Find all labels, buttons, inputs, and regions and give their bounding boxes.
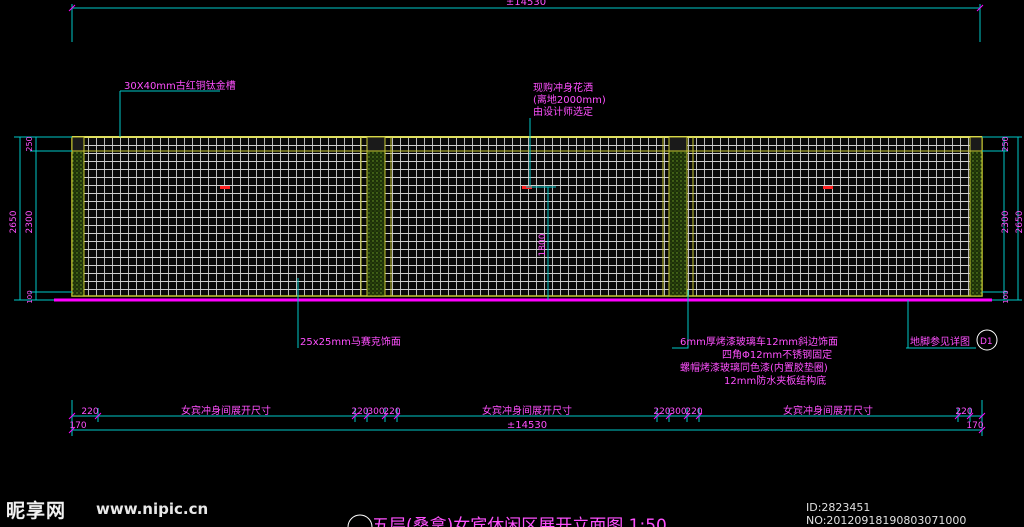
dim-220-f: 220 <box>955 407 972 417</box>
left-dimensions <box>14 136 72 301</box>
callout-glass-line4: 12mm防水夹板结构底 <box>724 374 826 387</box>
right-dim-bottom: 100 <box>1002 290 1010 303</box>
dim-300-a: 300 <box>367 407 384 417</box>
callout-shower-line3: 由设计师选定 <box>533 105 593 118</box>
column-right <box>969 136 983 297</box>
callout-glass-line1: 6mm厚烤漆玻璃车12mm斜边饰面 <box>680 335 838 348</box>
watermark-logo: 昵享网 <box>6 500 67 522</box>
elevation-drawing: ±14530 2650 250 2300 100 250 2300 2650 1… <box>9 0 1024 527</box>
dim-300-b: 300 <box>669 407 686 417</box>
callout-shower-line1: 现购冲身花洒 <box>533 81 593 94</box>
shower-head-marker-1 <box>220 186 230 189</box>
watermark-id: ID:2823451 NO:20120918190803071000 <box>806 501 967 527</box>
dim-220-d: 220 <box>653 407 670 417</box>
title-circle <box>347 514 373 527</box>
callout-floor: 地脚参见详图 <box>910 335 970 348</box>
center-dim-text: 1800 <box>538 233 548 256</box>
watermark-url: www.nipic.cn <box>96 500 209 518</box>
callout-shower-line2: (离地2000mm) <box>533 93 606 106</box>
dim-220-c: 220 <box>383 407 400 417</box>
column-left <box>71 136 85 297</box>
callout-glass-line3: 螺帽烤漆玻璃同色漆(内置胶垫圈) <box>680 361 828 374</box>
callout-channel: 30X40mm古红铜钛金槽 <box>124 79 236 92</box>
left-dim-overall: 2650 <box>9 210 19 233</box>
left-dim-bottom: 100 <box>26 290 34 303</box>
callout-mosaic: 25x25mm马赛克饰面 <box>300 335 401 348</box>
dim-span-2: 女宾冲身间展开尺寸 <box>482 404 572 417</box>
left-dim-middle: 2300 <box>25 210 35 233</box>
top-overall-dim-text: ±14530 <box>506 0 546 8</box>
dim-220-a: 220 <box>81 407 98 417</box>
dim-total-bottom: ±14530 <box>507 420 547 431</box>
left-dim-top: 250 <box>25 136 34 151</box>
dim-220-b: 220 <box>351 407 368 417</box>
dim-170-right: 170 <box>966 421 983 431</box>
right-dim-middle: 2300 <box>1001 210 1011 233</box>
dim-220-e: 220 <box>685 407 702 417</box>
callout-glass-line2: 四角Φ12mm不锈钢固定 <box>722 348 832 361</box>
right-dim-overall: 2650 <box>1015 210 1024 233</box>
shower-head-marker-3 <box>823 186 833 189</box>
drawing-title: 五层(桑拿)女宾休闲区展开立面图 1:50 <box>372 515 667 527</box>
dim-170-left: 170 <box>69 421 86 431</box>
top-overall-dimension <box>68 4 984 42</box>
detail-ref-label: D1 <box>980 337 993 347</box>
mosaic-wall <box>71 136 983 297</box>
dim-span-3: 女宾冲身间展开尺寸 <box>783 404 873 417</box>
dim-span-1: 女宾冲身间展开尺寸 <box>181 404 271 417</box>
right-dim-top: 250 <box>1001 136 1010 151</box>
